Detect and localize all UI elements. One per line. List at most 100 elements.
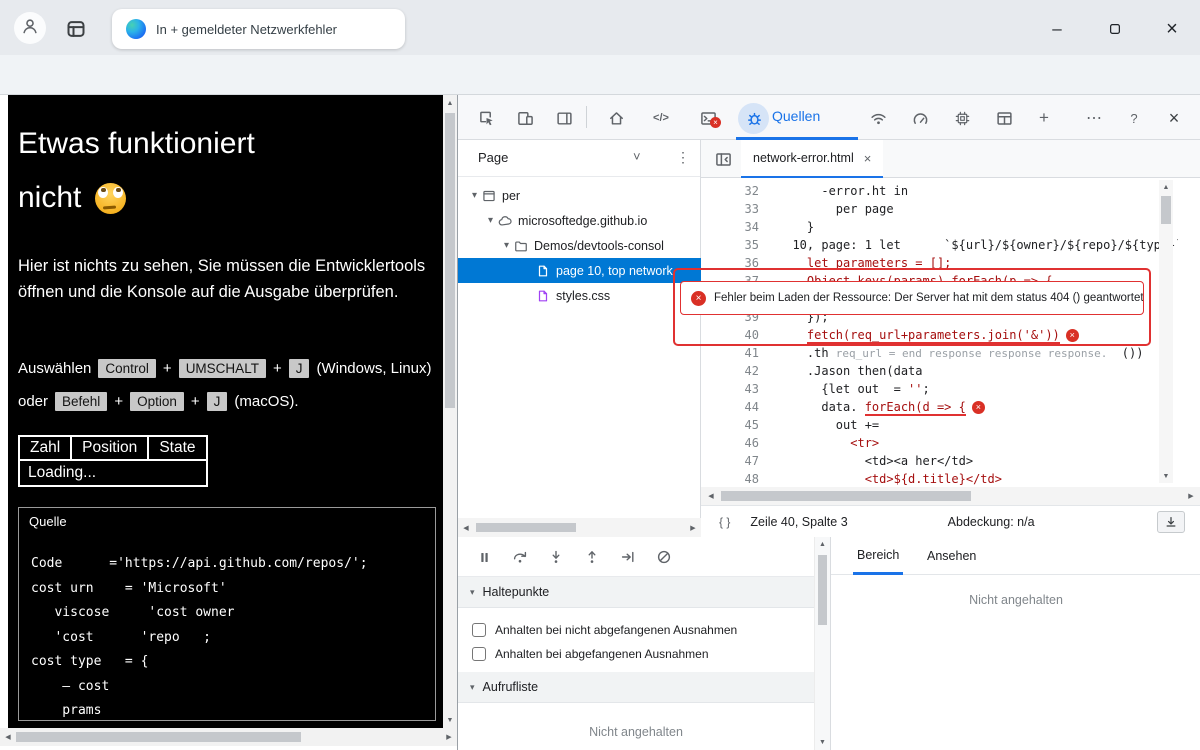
plus-sign: + — [114, 393, 124, 410]
scroll-right-icon[interactable]: ▶ — [443, 728, 455, 746]
scroll-up-icon[interactable]: ▲ — [443, 97, 457, 109]
scroll-down-icon[interactable]: ▼ — [815, 737, 830, 748]
caught-exceptions-checkbox-row[interactable]: Anhalten bei abgefangenen Ausnahmen — [472, 647, 709, 661]
navigator-page-tab[interactable]: Page — [478, 150, 508, 165]
tree-item-frame[interactable]: ▾ per — [458, 183, 701, 208]
page-heading-line2: nicht — [18, 181, 127, 215]
editor-file-tab[interactable]: network-error.html × — [741, 140, 884, 178]
tab-ansehen[interactable]: Ansehen — [923, 537, 980, 575]
close-devtools-icon[interactable]: × — [1162, 106, 1186, 130]
checkbox-icon[interactable] — [472, 647, 486, 661]
source-panel: Quelle Code ='https://api.github.com/rep… — [18, 507, 436, 721]
scroll-up-icon[interactable]: ▲ — [815, 539, 830, 550]
navigator-more-icon[interactable]: ⋮ — [676, 149, 690, 166]
tree-item-file[interactable]: styles.css — [458, 283, 701, 308]
heading-text: nicht — [18, 181, 82, 214]
scroll-down-icon[interactable]: ▼ — [443, 714, 457, 726]
tree-expand-icon[interactable]: ▾ — [504, 240, 509, 251]
application-tab-icon[interactable] — [992, 106, 1016, 130]
scrollbar-thumb[interactable] — [476, 523, 576, 532]
plus-sign: + — [190, 393, 200, 410]
shortcut-prefix: Auswählen — [18, 360, 92, 377]
page-vertical-scrollbar[interactable]: ▲ ▼ — [443, 95, 457, 728]
scrollbar-thumb[interactable] — [445, 113, 455, 408]
device-toolbar-icon[interactable] — [513, 106, 537, 130]
scrollbar-thumb[interactable] — [16, 732, 301, 742]
pretty-print-icon[interactable]: { } — [719, 515, 730, 529]
plus-sign: + — [162, 360, 172, 377]
collapse-icon[interactable]: ▾ — [470, 587, 475, 598]
source-code-lines: Code ='https://api.github.com/repos/'; co… — [31, 556, 368, 718]
browser-tab[interactable]: In + gemeldeter Netzwerkfehler — [112, 9, 405, 49]
tree-item-folder[interactable]: ▾ Demos/devtools-consol — [458, 233, 701, 258]
error-badge-icon[interactable]: × — [971, 400, 985, 414]
welcome-tab-icon[interactable] — [604, 106, 628, 130]
memory-tab-icon[interactable] — [950, 106, 974, 130]
scrollbar-thumb[interactable] — [818, 555, 827, 625]
scroll-left-icon[interactable]: ◀ — [460, 518, 472, 537]
editor-vertical-scrollbar[interactable]: ▲ ▼ — [1159, 180, 1173, 483]
tree-item-label: per — [502, 188, 521, 203]
browser-window: In + gemeldeter Netzwerkfehler – × ← htt… — [0, 0, 1200, 750]
dock-side-icon[interactable] — [552, 106, 576, 130]
sources-tab-icon[interactable] — [742, 106, 766, 130]
deactivate-breakpoints-icon[interactable] — [652, 545, 676, 569]
download-icon[interactable] — [1157, 510, 1185, 533]
close-window-button[interactable]: × — [1157, 16, 1187, 42]
help-icon[interactable]: ? — [1122, 106, 1146, 130]
maximize-button[interactable] — [1100, 16, 1130, 42]
edge-logo — [126, 19, 146, 39]
checkbox-icon[interactable] — [472, 623, 486, 637]
close-tab-icon[interactable]: × — [864, 151, 872, 166]
tree-expand-icon[interactable]: ▾ — [472, 190, 477, 201]
tab-bereich[interactable]: Bereich — [853, 537, 904, 575]
navigator-toggle-icon[interactable] — [711, 147, 735, 171]
step-into-icon[interactable] — [544, 545, 568, 569]
shortcut-macos: oder Befehl + Option + J (macOS). — [18, 392, 299, 411]
scrollbar-thumb[interactable] — [721, 491, 971, 501]
scrollbar-thumb[interactable] — [1161, 196, 1171, 224]
source-panel-label: Quelle — [29, 514, 67, 529]
network-tab-icon[interactable] — [866, 106, 890, 130]
css-file-icon — [536, 289, 550, 303]
scroll-left-icon[interactable]: ◀ — [2, 728, 14, 746]
tree-item-file-selected[interactable]: page 10, top network — [458, 258, 701, 283]
navigator-horizontal-scrollbar[interactable]: ◀ ▶ — [458, 518, 701, 537]
browser-navbar: ← https://microsoftedge.github.io/Demos/… — [0, 55, 1200, 146]
scroll-right-icon[interactable]: ▶ — [687, 518, 699, 537]
editor-horizontal-scrollbar[interactable]: ◀ ▶ — [701, 487, 1200, 505]
step-out-icon[interactable] — [580, 545, 604, 569]
breakpoints-section-header[interactable]: ▾ Haltepunkte — [458, 577, 830, 608]
folder-icon — [514, 239, 528, 253]
pause-icon[interactable] — [472, 545, 496, 569]
key-control: Control — [98, 359, 156, 378]
scroll-left-icon[interactable]: ◀ — [705, 487, 717, 505]
collapse-icon[interactable]: ▾ — [470, 682, 475, 693]
scroll-right-icon[interactable]: ▶ — [1185, 487, 1197, 505]
tree-expand-icon[interactable]: ▾ — [488, 215, 493, 226]
debugger-vertical-scrollbar[interactable]: ▲ ▼ — [814, 537, 830, 750]
callstack-section-header[interactable]: ▾ Aufrufliste — [458, 672, 830, 703]
table-header: Zahl — [17, 435, 73, 461]
step-over-icon[interactable] — [508, 545, 532, 569]
shortcut-suffix: (macOS). — [234, 393, 299, 410]
inspect-icon[interactable] — [474, 106, 498, 130]
step-icon[interactable] — [616, 545, 640, 569]
page-paragraph: Hier ist nichts zu sehen, Sie müssen die… — [18, 257, 426, 301]
sources-tab-label[interactable]: Quellen — [772, 108, 820, 124]
chevron-down-icon[interactable]: ˅ — [633, 149, 641, 164]
performance-tab-icon[interactable] — [908, 106, 932, 130]
minimize-button[interactable]: – — [1042, 16, 1072, 42]
scroll-down-icon[interactable]: ▼ — [1159, 471, 1173, 481]
add-tool-icon[interactable]: + — [1032, 106, 1056, 130]
key-command: Befehl — [55, 392, 108, 411]
page-horizontal-scrollbar[interactable]: ◀ ▶ — [0, 728, 457, 746]
file-icon — [536, 264, 550, 278]
uncaught-exceptions-checkbox-row[interactable]: Anhalten bei nicht abgefangenen Ausnahme… — [472, 623, 737, 637]
tree-item-domain[interactable]: ▾ microsoftedge.github.io — [458, 208, 701, 233]
elements-tab-icon[interactable]: </> — [649, 106, 673, 130]
devtools-menu-icon[interactable]: ⋯ — [1082, 106, 1106, 130]
workspaces-icon[interactable] — [62, 15, 90, 43]
scroll-up-icon[interactable]: ▲ — [1159, 182, 1173, 192]
profile-avatar[interactable] — [14, 12, 46, 44]
